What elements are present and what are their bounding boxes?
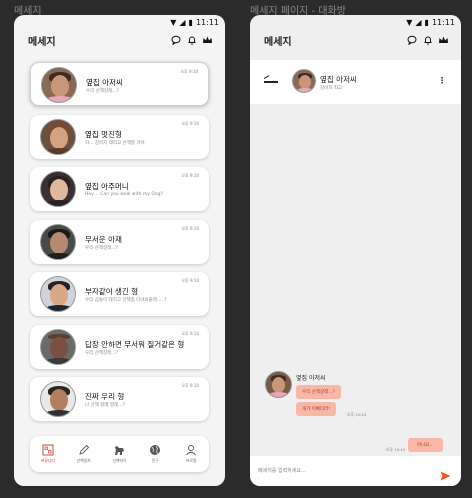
status-time: 11:11	[195, 17, 219, 27]
nav-label: 커뮤니티	[40, 458, 55, 463]
conversation-time: 오후 9:10	[181, 330, 199, 336]
conversation-item[interactable]: 오후 9:10 옆집 아저씨 우리 산책갈래...?	[30, 62, 209, 106]
chat-partner-status: 강아지 최고	[320, 86, 343, 91]
message-time: 오후 10:40	[347, 412, 367, 417]
conversation-item[interactable]: 오후 9:10 옆집 멋진형 야... 강아지 데리고 산책할 거야	[30, 114, 209, 159]
conversation-name: 옆집 아저씨	[86, 78, 123, 87]
avatar	[40, 223, 76, 260]
message-bubble: 우리 산책갈래...?	[296, 385, 341, 399]
conversation-name: 옆집 멋진형	[85, 129, 122, 139]
nav-profile[interactable]: 프로필	[176, 444, 206, 464]
status-bar: ▼ ◢ ▮ 11:11	[250, 15, 461, 29]
conversation-time: 오후 9:10	[181, 278, 199, 283]
conversation-time: 오후 9:10	[181, 383, 199, 388]
nav-community[interactable]: 커뮤니티	[33, 444, 63, 464]
bell-icon[interactable]	[186, 35, 197, 46]
conversation-time: 오후 9:10	[180, 69, 198, 74]
avatar	[40, 276, 76, 312]
bell-icon[interactable]	[422, 35, 433, 46]
page-title: 메세지	[28, 36, 56, 48]
status-bar: ▼ ◢ ▮ 11:11	[14, 15, 225, 29]
wifi-icon: ▼	[170, 17, 177, 27]
conversation-preview: 야... 강아지 데리고 산책할 거야	[85, 140, 145, 146]
conversation-item[interactable]: 오후 9:10 부자같이 생긴 형 우리 곰돌이 데리고 산책좀 다녀와줄래..…	[30, 272, 209, 316]
conversation-name: 부자같이 생긴 형	[85, 287, 139, 296]
message-avatar	[265, 371, 292, 398]
dog-icon	[115, 446, 125, 455]
conversation-preview: 우리 산책갈래...?	[86, 89, 119, 94]
conversation-time: 오후 9:10	[181, 120, 199, 126]
conversation-item[interactable]: 오후 9:10 답장 안하면 무서워 질거같은 형 우리 산책갈래...?	[30, 324, 209, 369]
conversation-preview: 우리 곰돌이 데리고 산책좀 다녀와줄래.....?	[85, 298, 167, 303]
battery-icon: ▮	[424, 17, 429, 27]
nav-friends[interactable]: 친구	[140, 444, 170, 464]
message-bubble: 개가 이뻐더라!	[296, 402, 337, 416]
community-icon	[42, 444, 54, 456]
chat-room-screen: ▼ ◢ ▮ 11:11 메세지 옆집 아저씨 강아지 최고 ⋮ 옆집 아저씨 우…	[250, 15, 461, 486]
chat-header: 옆집 아저씨 강아지 최고 ⋮	[250, 60, 461, 104]
message-input[interactable]	[258, 465, 428, 477]
app-bar: 메세지	[14, 29, 225, 51]
wifi-icon: ▼	[406, 17, 413, 27]
pencil-icon	[78, 444, 89, 455]
conversation-name: 답장 안하면 무서워 질거같은 형	[85, 339, 185, 349]
avatar	[40, 328, 76, 365]
conversation-preview: 너 산책 갈래 말래...?	[85, 403, 125, 408]
conversation-time: 오후 9:10	[181, 225, 199, 231]
avatar	[40, 381, 76, 417]
nav-label: 산책일지	[76, 458, 91, 463]
chat-bubble-icon[interactable]	[406, 35, 417, 46]
bottom-nav: 커뮤니티 산책일지 산책하기 친구 프로필	[30, 436, 209, 472]
my-message-bubble: 아니요...	[408, 438, 443, 452]
conversation-preview: Hey.... Can you walk with my Dog?	[85, 192, 163, 197]
avatar	[292, 69, 316, 93]
conversation-name: 무서운 아재	[85, 234, 122, 244]
profile-icon	[186, 445, 196, 456]
status-time: 11:11	[431, 17, 455, 27]
message-time: 오후 10:40	[386, 447, 406, 452]
avatar	[40, 118, 76, 155]
message-sender: 옆집 아저씨	[296, 375, 326, 382]
more-options-icon[interactable]: ⋮	[438, 77, 446, 85]
nav-label: 친구	[151, 458, 159, 463]
conversation-preview: 우리 산책갈래...?	[85, 245, 118, 251]
chat-partner-name: 옆집 아저씨	[320, 75, 357, 84]
page-title: 메세지	[264, 36, 292, 48]
nav-label: 산책하기	[112, 458, 127, 463]
back-arrow-icon[interactable]	[264, 81, 278, 83]
conversation-name: 진짜 우리 형	[85, 392, 125, 401]
conversation-item[interactable]: 오후 9:10 옆집 아주머니 Hey.... Can you walk wit…	[30, 167, 209, 211]
avatar	[41, 67, 77, 103]
message-list-screen: ▼ ◢ ▮ 11:11 메세지 오후 9:10 옆집 아저씨 우리 산책갈래..…	[14, 15, 225, 486]
signal-icon: ◢	[179, 17, 186, 27]
nav-label: 프로필	[185, 458, 197, 463]
nav-walk[interactable]: 산책하기	[104, 444, 134, 464]
message-input-bar	[250, 456, 461, 486]
chat-bubble-icon[interactable]	[170, 35, 181, 46]
conversation-time: 오후 9:10	[181, 173, 199, 178]
avatar	[40, 171, 76, 207]
conversation-preview: 우리 산책갈래...?	[85, 350, 118, 356]
signal-icon: ◢	[415, 17, 422, 27]
conversation-item[interactable]: 오후 9:10 무서운 아재 우리 산책갈래...?	[30, 219, 209, 264]
send-icon[interactable]	[440, 466, 451, 485]
conversation-item[interactable]: 오후 9:10 진짜 우리 형 너 산책 갈래 말래...?	[30, 377, 209, 421]
conversation-list: 오후 9:10 옆집 아저씨 우리 산책갈래...? 오후 9:10 옆집 멋진…	[30, 62, 209, 430]
crown-icon[interactable]	[202, 35, 213, 46]
app-bar: 메세지	[250, 29, 461, 51]
conversation-name: 옆집 아주머니	[85, 182, 129, 191]
battery-icon: ▮	[188, 17, 193, 27]
crown-icon[interactable]	[438, 35, 449, 46]
nav-walk-log[interactable]: 산책일지	[69, 444, 99, 464]
globe-icon	[150, 445, 161, 455]
